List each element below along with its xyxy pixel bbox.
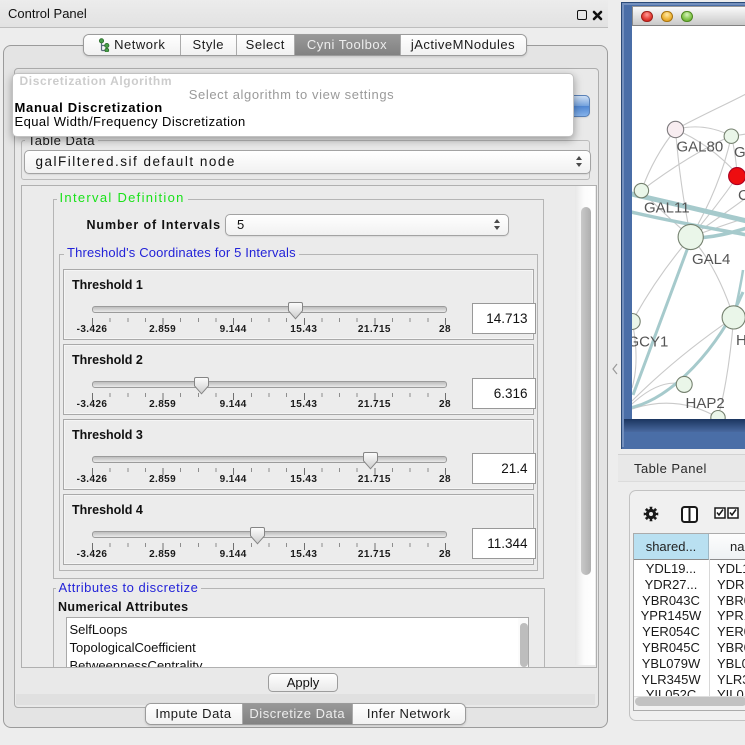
- svg-text:GAL4: GAL4: [692, 251, 730, 268]
- svg-text:HAP2: HAP2: [686, 395, 725, 412]
- svg-text:GA: GA: [734, 144, 745, 161]
- svg-text:GCY1: GCY1: [632, 334, 668, 351]
- svg-text:HIS4: HIS4: [736, 332, 745, 349]
- svg-text:GAL11: GAL11: [644, 200, 690, 217]
- svg-text:GAL80: GAL80: [677, 139, 724, 156]
- svg-text:CD: CD: [738, 187, 745, 204]
